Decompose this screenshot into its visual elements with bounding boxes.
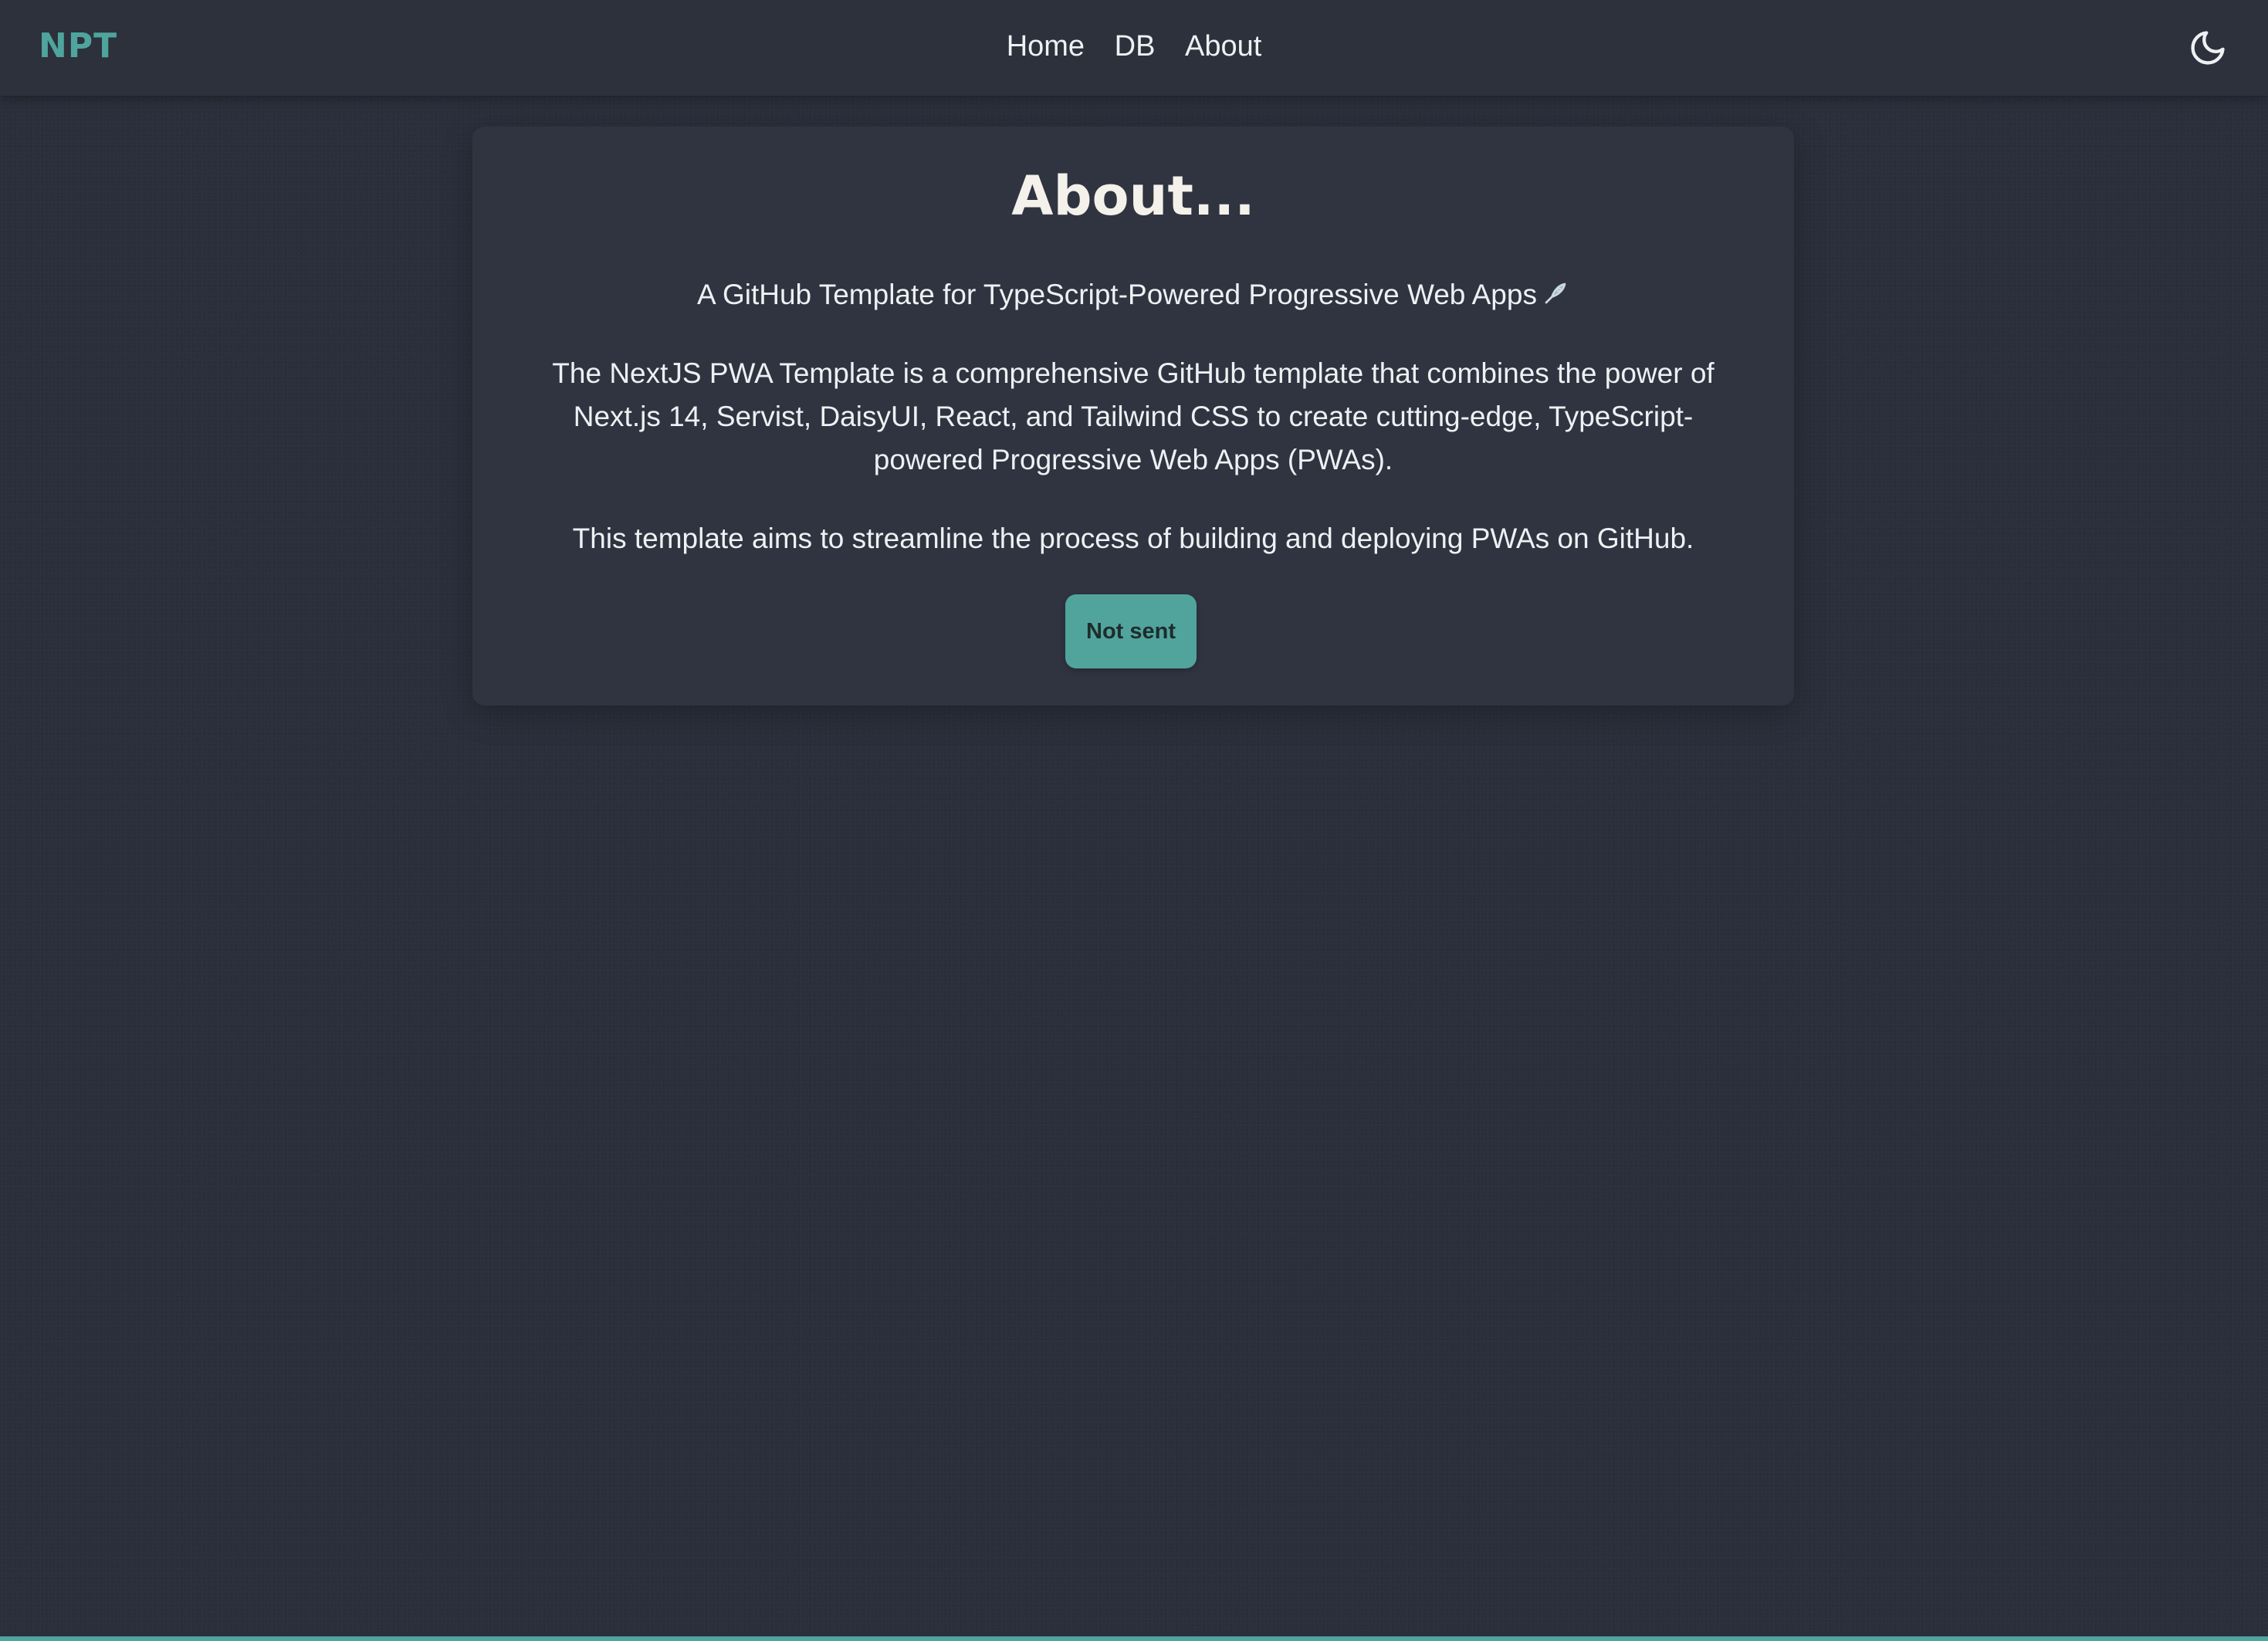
nav-link-home[interactable]: Home [1007,30,1085,63]
about-card: About... A GitHub Template for TypeScrip… [472,127,1794,705]
page-title: About... [1011,164,1255,228]
navbar: NPT Home DB About [0,0,2268,96]
theme-toggle-button[interactable] [2188,28,2228,68]
bottom-accent-line [0,1636,2268,1641]
status-button[interactable]: Not sent [1065,594,1197,668]
nav-links: Home DB About [0,25,2268,68]
rocket-icon [1542,274,1569,317]
description-paragraph: The NextJS PWA Template is a comprehensi… [552,357,1715,475]
aim-paragraph: This template aims to streamline the pro… [572,523,1694,554]
nav-link-db[interactable]: DB [1115,30,1156,63]
subtitle: A GitHub Template for TypeScript-Powered… [472,273,1794,317]
moon-icon [2191,31,2225,65]
subtitle-text: A GitHub Template for TypeScript-Powered… [697,279,1537,310]
nav-link-about[interactable]: About [1185,30,1261,63]
